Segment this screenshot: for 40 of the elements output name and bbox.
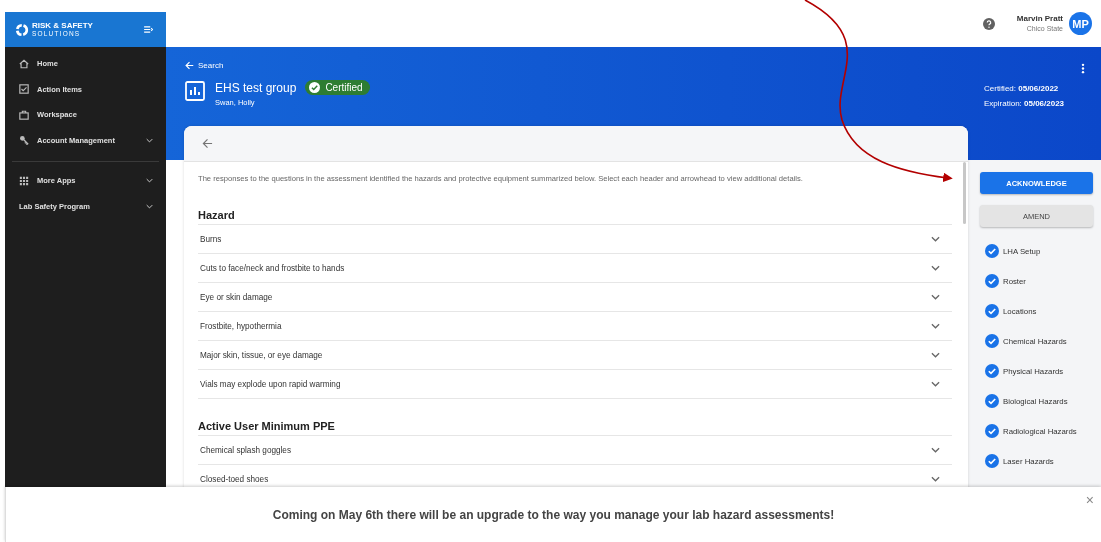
section-heading: Hazard [198, 209, 952, 225]
back-arrow-icon[interactable] [202, 138, 213, 149]
accordion-label: Cuts to face/neck and frostbite to hands [200, 263, 345, 273]
user-avatar[interactable]: MP [1069, 12, 1092, 35]
expiration-date: Expiration: 05/06/2023 [984, 99, 1066, 108]
accordion-label: Closed-toed shoes [200, 474, 269, 484]
accordion-row[interactable]: Burns [198, 225, 952, 254]
checkbox-icon [19, 84, 29, 95]
user-name: Marvin Pratt [1016, 13, 1063, 25]
certified-date: Certified: 05/06/2022 [984, 84, 1060, 93]
section-heading: Active User Minimum PPE [198, 420, 952, 436]
more-options-icon[interactable] [1081, 63, 1085, 74]
back-arrow-icon [185, 61, 194, 70]
menu-icon[interactable] [144, 26, 153, 33]
accordion-label: Major skin, tissue, or eye damage [200, 350, 323, 360]
accordion-label: Eye or skin damage [200, 292, 273, 302]
key-icon [19, 135, 29, 146]
accordion-label: Vials may explode upon rapid warming [200, 379, 341, 389]
briefcase-icon [19, 109, 29, 120]
accordion-row[interactable]: Frostbite, hypothermia [198, 312, 952, 341]
accordion-row[interactable]: Cuts to face/neck and frostbite to hands [198, 254, 952, 283]
accordion-row[interactable]: Eye or skin damage [198, 283, 952, 312]
grid-icon [19, 175, 29, 186]
scrollbar-thumb[interactable] [963, 162, 966, 224]
logo-text: RISK & SAFETY [32, 21, 93, 30]
home-icon [19, 58, 29, 69]
accordion-label: Frostbite, hypothermia [200, 321, 282, 331]
close-button[interactable]: × [1082, 493, 1097, 507]
announcement-text: Coming on May 6th there will be an upgrade to the way you manage your lab hazard assessments! [272, 507, 835, 522]
back-link[interactable]: Search [185, 61, 370, 70]
accordion-row[interactable]: Chemical splash goggles [198, 436, 952, 465]
logo-icon [15, 22, 29, 37]
accordion-label: Burns [200, 234, 222, 244]
accordion-row[interactable]: Major skin, tissue, or eye damage [198, 341, 952, 370]
accordion-label: Chemical splash goggles [200, 445, 292, 455]
help-icon[interactable] [982, 17, 995, 30]
bar-chart-icon [185, 81, 205, 101]
accordion-row[interactable]: Vials may explode upon rapid warming [198, 370, 952, 399]
page-title: EHS test group [215, 80, 297, 95]
certified-badge: Certified [305, 80, 370, 95]
